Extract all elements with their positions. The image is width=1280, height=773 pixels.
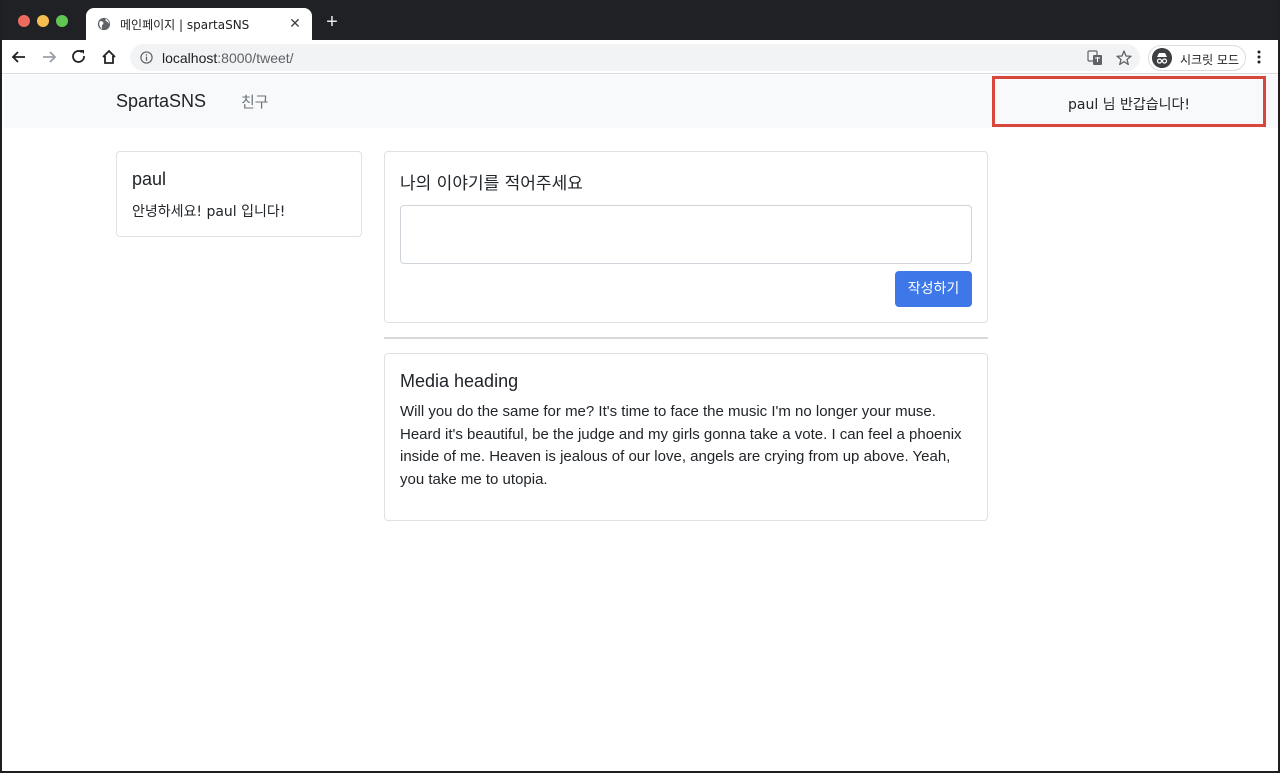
nav-link-friends[interactable]: 친구 bbox=[241, 91, 269, 112]
profile-name: paul bbox=[132, 169, 167, 189]
minimize-window-button[interactable] bbox=[37, 15, 49, 27]
title-bar: 메인페이지 | spartaSNS ✕ + bbox=[2, 0, 1278, 40]
info-icon[interactable] bbox=[140, 51, 153, 64]
more-vert-icon[interactable] bbox=[1257, 49, 1261, 65]
incognito-icon bbox=[1152, 48, 1172, 68]
submit-post-button[interactable]: 작성하기 bbox=[895, 271, 972, 307]
post-heading: Media heading bbox=[400, 371, 519, 391]
profile-bio: 안녕하세요! paul 입니다! bbox=[132, 204, 286, 220]
close-tab-icon[interactable]: ✕ bbox=[288, 16, 302, 30]
tab-title: 메인페이지 | spartaSNS bbox=[120, 18, 250, 32]
feed-divider bbox=[384, 337, 988, 339]
browser-window: 메인페이지 | spartaSNS ✕ + localhost:8000/twe… bbox=[0, 0, 1280, 773]
compose-title: 나의 이야기를 적어주세요 bbox=[400, 174, 583, 194]
forward-arrow-icon[interactable] bbox=[39, 47, 59, 67]
back-arrow-icon[interactable] bbox=[9, 47, 29, 67]
compose-input[interactable] bbox=[400, 205, 972, 264]
reload-icon[interactable] bbox=[69, 47, 89, 67]
address-bar[interactable]: localhost:8000/tweet/ bbox=[130, 44, 1140, 71]
site-navbar: SpartaSNS 친구 paul 님 반갑습니다! bbox=[4, 75, 1278, 128]
user-greeting: paul 님 반갑습니다! bbox=[1067, 97, 1191, 113]
incognito-label: 시크릿 모드 bbox=[1180, 53, 1240, 67]
bookmark-star-icon[interactable] bbox=[1115, 49, 1133, 67]
page-content: SpartaSNS 친구 paul 님 반갑습니다! paul 안녕하세요! p… bbox=[4, 75, 1278, 771]
compose-card: 나의 이야기를 적어주세요 작성하기 bbox=[384, 151, 988, 323]
brand-link[interactable]: SpartaSNS bbox=[116, 91, 206, 112]
new-tab-button[interactable]: + bbox=[322, 12, 342, 32]
browser-toolbar: localhost:8000/tweet/ 시크릿 모드 bbox=[2, 40, 1278, 74]
greeting-highlight: paul 님 반갑습니다! bbox=[992, 76, 1266, 127]
url-host: localhost bbox=[162, 50, 218, 66]
zoom-window-button[interactable] bbox=[56, 15, 68, 27]
incognito-indicator[interactable]: 시크릿 모드 bbox=[1148, 45, 1246, 71]
url-text[interactable]: localhost:8000/tweet/ bbox=[162, 50, 294, 66]
translate-icon[interactable] bbox=[1087, 50, 1103, 66]
close-window-button[interactable] bbox=[18, 15, 30, 27]
home-icon[interactable] bbox=[99, 47, 119, 67]
post-body: Will you do the same for me? It's time t… bbox=[400, 403, 962, 488]
browser-tab[interactable]: 메인페이지 | spartaSNS ✕ bbox=[86, 8, 312, 40]
url-path: :8000/tweet/ bbox=[217, 50, 294, 66]
globe-icon bbox=[97, 17, 111, 31]
profile-card: paul 안녕하세요! paul 입니다! bbox=[116, 151, 362, 237]
feed-post: Media heading Will you do the same for m… bbox=[384, 353, 988, 521]
